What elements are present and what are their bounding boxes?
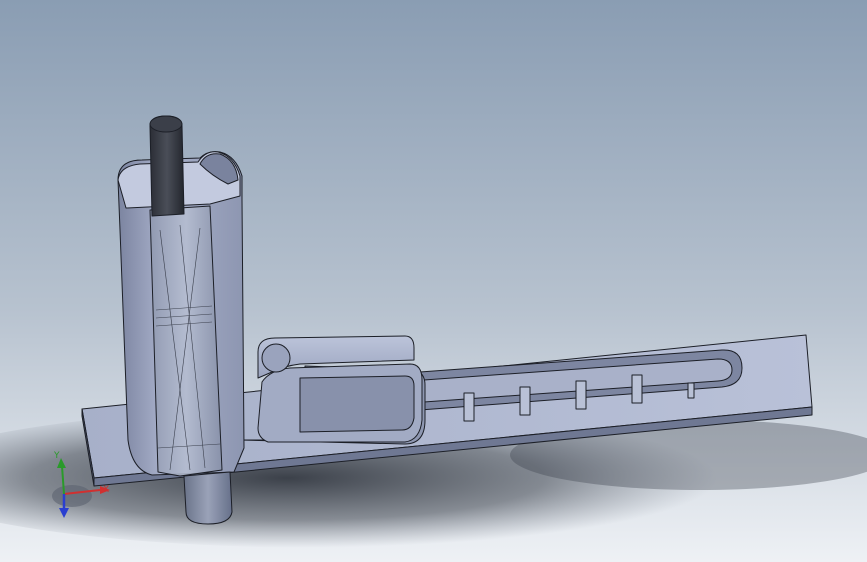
- triad-y-label: Y: [53, 451, 60, 461]
- rod-top-cap: [149, 115, 183, 133]
- arm-hole[interactable]: [261, 343, 291, 373]
- rod-lower[interactable]: [183, 471, 233, 525]
- triad-x-label: X: [103, 485, 109, 495]
- arm-channel-floor: [299, 375, 415, 433]
- graphics-viewport[interactable]: X Y: [0, 0, 867, 562]
- triad-origin-shadow: [52, 485, 92, 507]
